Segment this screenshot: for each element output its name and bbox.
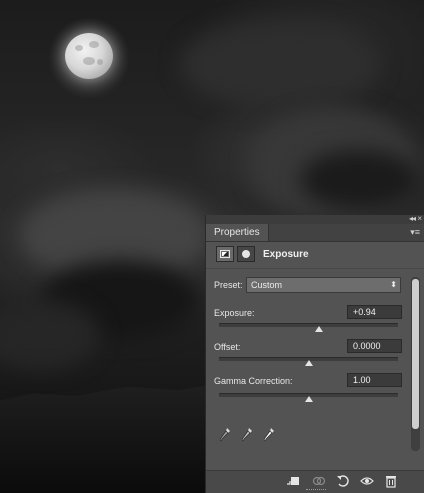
properties-panel: ◂◂ × Properties ▾≡ Exposure Preset: Cust… [205, 214, 424, 493]
offset-slider[interactable] [219, 357, 398, 366]
updown-arrow-icon: ⬍ [390, 280, 397, 289]
panel-bottom-bar [206, 470, 424, 493]
double-chevron-left-icon[interactable]: ◂◂ [409, 214, 416, 223]
gamma-slider-thumb[interactable] [304, 396, 313, 402]
gamma-slider[interactable] [219, 393, 398, 402]
adjustment-header: Exposure [206, 242, 424, 269]
panel-menu-icon[interactable]: ▾≡ [410, 227, 420, 238]
gamma-label: Gamma Correction: [214, 376, 293, 386]
offset-slider-thumb[interactable] [304, 360, 313, 366]
close-icon[interactable]: × [417, 214, 422, 223]
sample-gray-eyedropper-icon[interactable] [242, 428, 252, 442]
cloud [180, 20, 380, 110]
panel-tab-bar: Properties ▾≡ [206, 224, 424, 242]
trash-icon[interactable] [384, 474, 398, 488]
cloud [300, 150, 420, 210]
clip-to-layer-icon[interactable] [286, 474, 300, 488]
exposure-slider-thumb[interactable] [315, 326, 324, 332]
exposure-slider[interactable] [219, 323, 398, 332]
sample-white-eyedropper-icon[interactable] [264, 428, 274, 442]
offset-input[interactable]: 0.0000 [347, 339, 402, 353]
moon [65, 33, 113, 79]
preset-label: Preset: [214, 280, 243, 290]
sample-black-eyedropper-icon[interactable] [220, 428, 230, 442]
preset-select[interactable]: Custom ⬍ [246, 277, 401, 293]
adjustment-title: Exposure [263, 249, 309, 260]
layer-mask-icon[interactable] [237, 246, 255, 262]
tab-properties[interactable]: Properties [206, 224, 269, 241]
exposure-adjustment-icon[interactable] [216, 246, 234, 262]
resize-grip[interactable] [306, 489, 326, 493]
offset-label: Offset: [214, 342, 241, 352]
reset-icon[interactable] [336, 474, 350, 488]
panel-scrollbar[interactable] [411, 277, 420, 451]
visibility-eye-icon[interactable] [360, 474, 374, 488]
preset-value: Custom [251, 280, 283, 290]
gamma-input[interactable]: 1.00 [347, 373, 402, 387]
view-previous-state-icon[interactable] [312, 474, 326, 488]
exposure-label: Exposure: [214, 308, 255, 318]
exposure-input[interactable]: +0.94 [347, 305, 402, 319]
panel-top-strip: ◂◂ × [206, 214, 424, 224]
scrollbar-thumb[interactable] [412, 279, 419, 429]
